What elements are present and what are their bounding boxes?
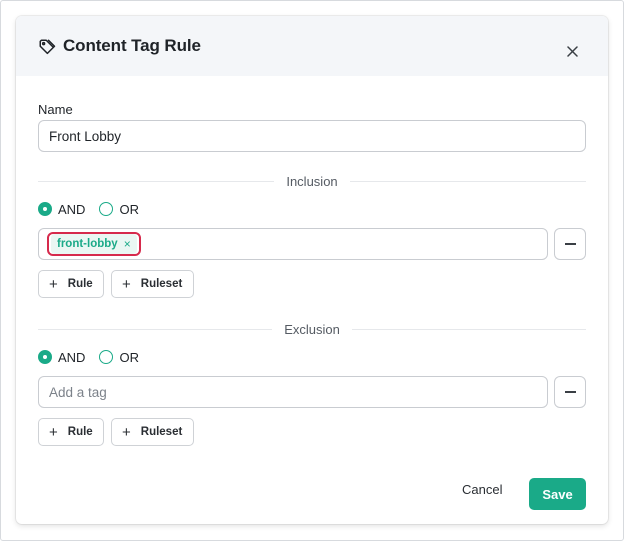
plus-icon: + [49,275,58,293]
tag-icon [39,39,56,55]
inclusion-rule-label: Rule [67,278,93,290]
inclusion-and-label: AND [58,201,86,217]
name-input[interactable]: Front Lobby [38,120,586,152]
close-button[interactable] [560,39,584,63]
exclusion-and-label: AND [58,349,86,365]
radio-checked-icon [38,202,52,216]
inclusion-add-ruleset-button[interactable]: + Ruleset [111,270,194,298]
close-icon [566,45,578,57]
content-tag-rule-dialog: Content Tag Rule Name Front Lobby Inclus… [16,16,608,524]
inclusion-or-label: OR [119,201,139,217]
exclusion-rule-label: Rule [67,426,93,438]
exclusion-ruleset-label: Ruleset [140,426,183,438]
exclusion-heading: Exclusion [284,321,340,337]
dialog-header: Content Tag Rule [16,16,608,76]
inclusion-add-rule-button[interactable]: + Rule [38,270,104,298]
inclusion-tag-input[interactable]: front-lobby × [38,228,548,260]
remove-tag-icon[interactable]: × [124,237,131,251]
highlighted-tag-outline: front-lobby × [47,232,141,256]
plus-icon: + [122,423,131,441]
remove-exclusion-row-button[interactable] [554,376,586,408]
name-label: Name [38,102,73,117]
exclusion-or-label: OR [119,349,139,365]
save-button[interactable]: Save [529,478,586,510]
exclusion-and-radio[interactable]: AND [38,350,85,365]
tag-chip-label: front-lobby [57,238,118,250]
exclusion-or-radio[interactable]: OR [99,350,139,365]
minus-icon [564,243,576,245]
inclusion-divider: Inclusion [38,173,586,189]
inclusion-operator-group: AND OR [38,200,153,218]
remove-inclusion-row-button[interactable] [554,228,586,260]
exclusion-divider: Exclusion [38,321,587,337]
tag-chip: front-lobby × [51,234,137,254]
radio-checked-icon [38,350,52,364]
plus-icon: + [122,275,131,293]
cancel-button[interactable]: Cancel [462,482,502,497]
plus-icon: + [49,423,58,441]
inclusion-heading: Inclusion [286,173,338,189]
exclusion-tag-input[interactable]: Add a tag [38,376,548,408]
exclusion-operator-group: AND OR [38,348,153,366]
inclusion-ruleset-label: Ruleset [140,278,183,290]
exclusion-add-ruleset-button[interactable]: + Ruleset [111,418,194,446]
name-input-value: Front Lobby [49,128,122,144]
radio-unchecked-icon [99,202,114,216]
exclusion-tag-placeholder: Add a tag [49,384,107,400]
inclusion-and-radio[interactable]: AND [38,202,85,217]
minus-icon [564,391,576,393]
radio-unchecked-icon [99,350,114,364]
exclusion-add-rule-button[interactable]: + Rule [38,418,104,446]
inclusion-or-radio[interactable]: OR [99,202,139,217]
dialog-title: Content Tag Rule [63,36,201,55]
